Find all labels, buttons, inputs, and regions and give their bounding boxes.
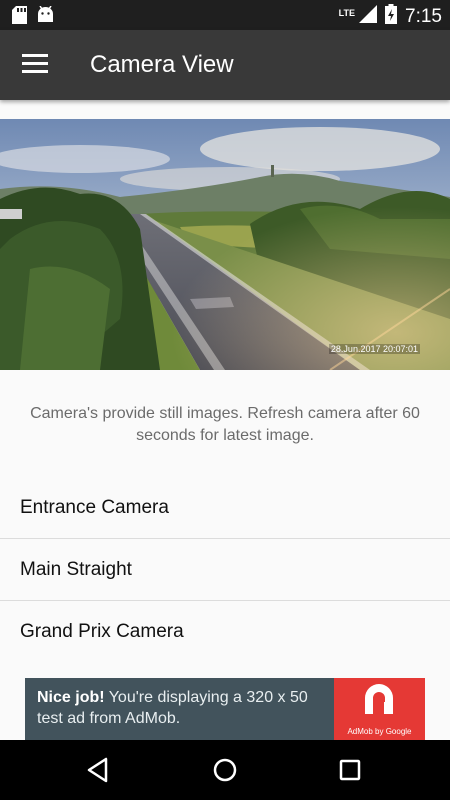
info-line-1: Camera's provide still images. Refresh c… — [30, 405, 420, 422]
camera-item-main-straight[interactable]: Main Straight — [0, 539, 450, 601]
back-icon[interactable] — [83, 754, 115, 786]
home-icon[interactable] — [209, 754, 241, 786]
page-title: Camera View — [90, 51, 234, 78]
admob-caption: AdMob by Google — [347, 727, 412, 736]
android-icon — [37, 5, 54, 29]
info-text: Camera's provide still images. Refresh c… — [0, 403, 450, 447]
battery-charging-icon — [385, 4, 398, 29]
signal-icon — [359, 5, 378, 28]
network-label: LTE — [338, 7, 356, 18]
nav-bar — [0, 740, 450, 800]
app-bar: Camera View — [0, 30, 450, 100]
status-time: 7:15 — [405, 5, 442, 27]
camera-item-grand-prix[interactable]: Grand Prix Camera — [0, 601, 450, 662]
hamburger-menu-icon[interactable] — [22, 54, 48, 76]
ad-text: Nice job! You're displaying a 320 x 50 t… — [37, 687, 337, 729]
camera-list: Entrance Camera Main Straight Grand Prix… — [0, 477, 450, 662]
ad-banner[interactable]: Nice job! You're displaying a 320 x 50 t… — [25, 678, 425, 740]
sd-card-icon — [12, 6, 27, 29]
ad-headline: Nice job! — [37, 689, 105, 706]
admob-icon — [365, 684, 393, 714]
camera-item-entrance[interactable]: Entrance Camera — [0, 477, 450, 539]
recents-icon[interactable] — [334, 754, 366, 786]
camera-image: 28.Jun.2017 20:07:01 — [0, 119, 450, 370]
admob-logo: AdMob by Google — [334, 678, 425, 740]
status-bar: LTE 7:15 — [0, 0, 450, 30]
camera-timestamp: 28.Jun.2017 20:07:01 — [328, 344, 420, 354]
info-line-2: seconds for latest image. — [136, 427, 314, 444]
